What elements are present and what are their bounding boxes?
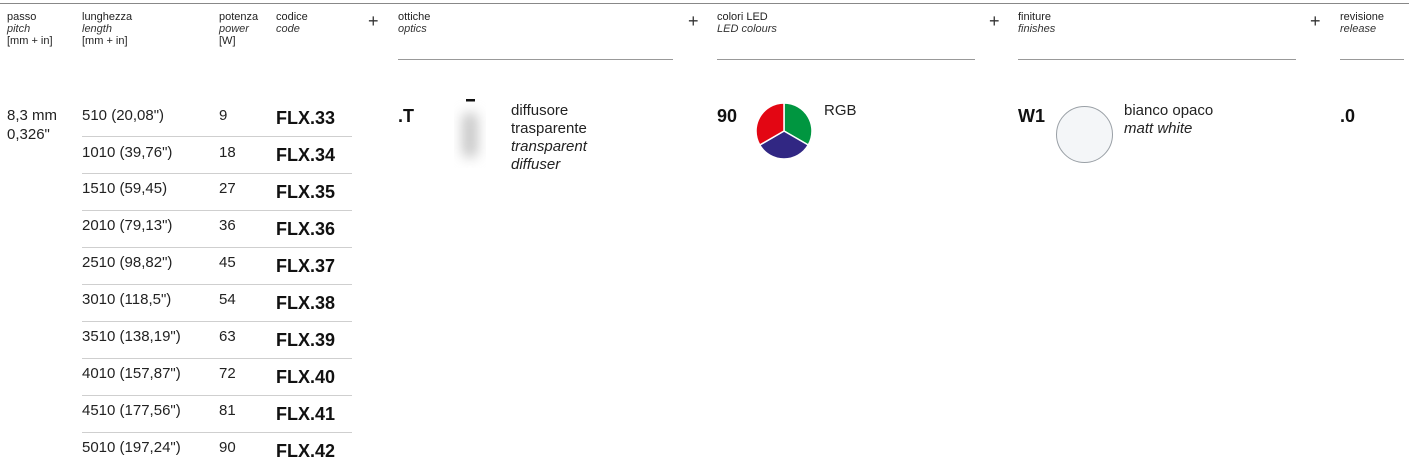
rgb-wheel-icon	[755, 102, 813, 160]
row-divider	[82, 321, 352, 322]
header-optics-it: ottiche	[398, 11, 431, 23]
pitch-in: 0,326"	[7, 126, 50, 143]
release-code: .0	[1340, 106, 1356, 126]
row-power: 81	[219, 402, 236, 419]
plus-sign-2: +	[688, 11, 699, 31]
row-code: FLX.35	[276, 182, 336, 202]
row-divider	[82, 247, 352, 248]
led-rule	[717, 59, 975, 60]
header-release-en: release	[1340, 23, 1377, 35]
diffuser-icon	[462, 99, 478, 158]
row-length: 4010 (157,87")	[82, 365, 181, 382]
plus-sign-4: +	[1310, 11, 1321, 31]
diffuser-image	[440, 98, 500, 168]
header-release-it: revisione	[1340, 11, 1385, 23]
header-code-it: codice	[276, 11, 308, 23]
top-rule	[0, 3, 1409, 4]
row-length: 510 (20,08")	[82, 107, 165, 124]
header-length-en: length	[82, 23, 112, 35]
row-divider	[82, 358, 352, 359]
header-power-it: potenza	[219, 11, 259, 23]
header-length-it: lunghezza	[82, 11, 133, 23]
row-length: 3010 (118,5")	[82, 291, 172, 308]
header-power: potenza power [W]	[219, 11, 269, 47]
rgb-swatch	[755, 102, 813, 160]
row-power: 54	[219, 291, 236, 308]
optics-en-1: transparent	[511, 138, 587, 155]
finish-en: matt white	[1124, 120, 1193, 137]
row-length: 2510 (98,82")	[82, 254, 173, 271]
row-length: 2010 (79,13")	[82, 217, 173, 234]
finish-it: bianco opaco	[1124, 102, 1214, 119]
row-length: 4510 (177,56")	[82, 402, 181, 419]
row-power: 45	[219, 254, 236, 271]
optics-it-1: diffusore	[511, 102, 569, 119]
row-code: FLX.34	[276, 145, 336, 165]
row-divider	[82, 395, 352, 396]
optics-rule	[398, 59, 673, 60]
header-finishes: finiture finishes	[1018, 11, 1218, 35]
header-length-unit: [mm + in]	[82, 35, 128, 47]
plus-sign-1: +	[368, 11, 379, 31]
row-code: FLX.38	[276, 293, 336, 313]
row-code: FLX.33	[276, 108, 336, 128]
header-pitch-it: passo	[7, 11, 37, 23]
optics-en-2: diffuser	[511, 156, 561, 173]
header-led-en: LED colours	[717, 23, 777, 35]
row-divider	[82, 432, 352, 433]
led-label: RGB	[824, 102, 857, 119]
row-power: 18	[219, 144, 236, 161]
row-divider	[82, 210, 352, 211]
optics-it-2: trasparente	[511, 120, 587, 137]
finish-description: bianco opaco matt white	[1124, 102, 1213, 138]
optics-code: .T	[398, 106, 414, 126]
row-power: 9	[219, 107, 228, 124]
row-divider	[82, 173, 352, 174]
pitch-mm: 8,3 mm	[7, 107, 58, 124]
finish-code: W1	[1018, 106, 1045, 126]
finishes-rule	[1018, 59, 1296, 60]
header-code-en: code	[276, 23, 300, 35]
header-finishes-it: finiture	[1018, 11, 1052, 23]
row-code: FLX.40	[276, 367, 336, 387]
row-code: FLX.41	[276, 404, 336, 424]
header-optics: ottiche optics	[398, 11, 598, 35]
header-led: colori LED LED colours	[717, 11, 917, 35]
plus-sign-3: +	[989, 11, 1000, 31]
header-optics-en: optics	[398, 23, 427, 35]
row-length: 3510 (138,19")	[82, 328, 181, 345]
header-length: lunghezza length [mm + in]	[82, 11, 202, 47]
row-length: 1510 (59,45)	[82, 180, 168, 197]
header-pitch-unit: [mm + in]	[7, 35, 53, 47]
row-code: FLX.42	[276, 441, 336, 461]
header-finishes-en: finishes	[1018, 23, 1056, 35]
release-rule	[1340, 59, 1404, 60]
row-length: 5010 (197,24")	[82, 439, 181, 456]
header-led-it: colori LED	[717, 11, 768, 23]
row-code: FLX.39	[276, 330, 336, 350]
header-pitch: passo pitch [mm + in]	[7, 11, 67, 47]
row-power: 36	[219, 217, 236, 234]
led-code: 90	[717, 106, 738, 126]
row-power: 27	[219, 180, 236, 197]
header-power-en: power	[219, 23, 249, 35]
row-power: 90	[219, 439, 236, 456]
row-length: 1010 (39,76")	[82, 144, 173, 161]
header-release: revisione release	[1340, 11, 1409, 35]
header-pitch-en: pitch	[7, 23, 31, 35]
row-power: 63	[219, 328, 236, 345]
finish-swatch	[1056, 106, 1113, 163]
header-power-unit: [W]	[219, 35, 236, 47]
row-divider	[82, 284, 352, 285]
row-power: 72	[219, 365, 236, 382]
row-divider	[82, 136, 352, 137]
header-code: codice code	[276, 11, 336, 35]
row-code: FLX.37	[276, 256, 336, 276]
optics-description: diffusore trasparente transparent diffus…	[511, 102, 587, 174]
row-code: FLX.36	[276, 219, 336, 239]
